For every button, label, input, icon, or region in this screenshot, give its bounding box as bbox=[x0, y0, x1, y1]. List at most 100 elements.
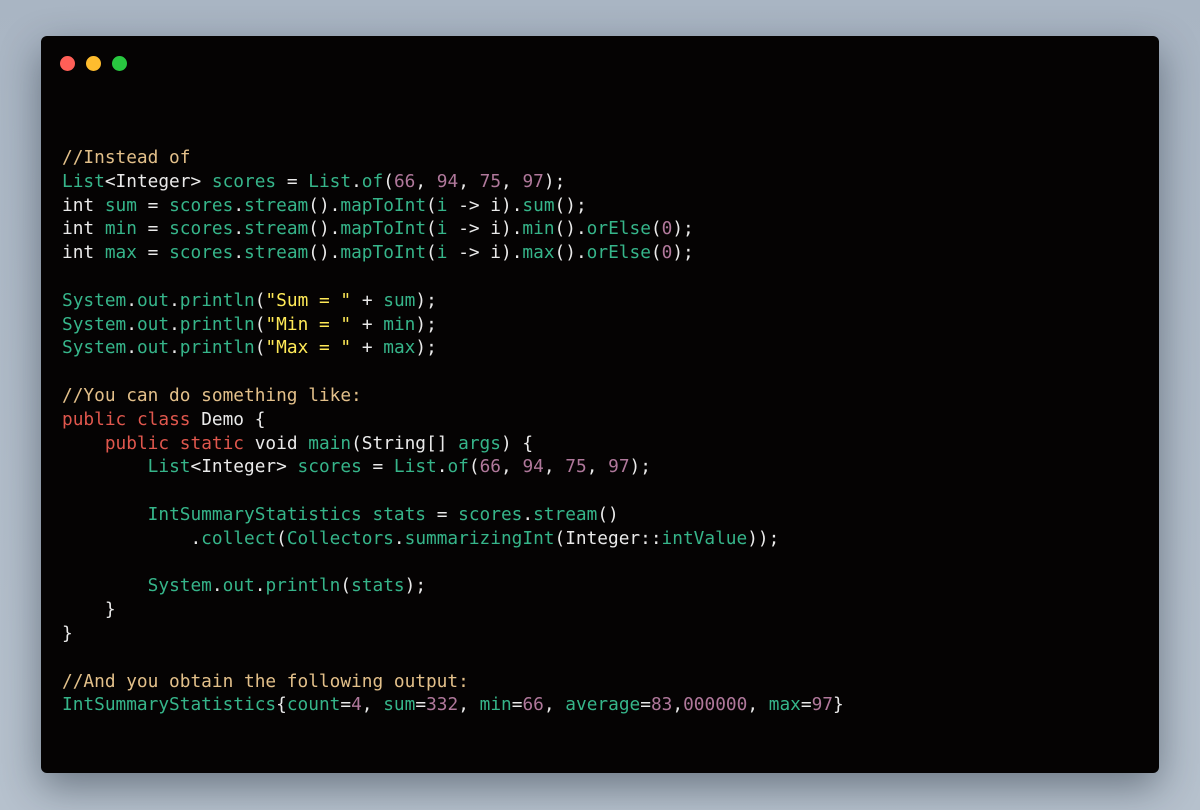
code-token-plain: (). bbox=[308, 242, 341, 264]
code-token-plain: (); bbox=[554, 194, 587, 216]
code-token-plain: . bbox=[62, 527, 202, 549]
code-token-plain: int bbox=[62, 242, 105, 264]
code-token-plain: ); bbox=[672, 242, 694, 264]
code-token-plain: ( bbox=[254, 289, 266, 311]
code-token-plain: , bbox=[501, 456, 523, 478]
code-token-plain: . bbox=[233, 194, 245, 216]
code-line: //Instead of bbox=[62, 146, 844, 170]
code-token-ident: System bbox=[62, 313, 127, 335]
code-token-type: IntSummaryStatistics bbox=[62, 694, 277, 716]
code-token-plain: . bbox=[393, 527, 405, 549]
code-token-plain: ( bbox=[254, 313, 266, 335]
code-token-ident: args bbox=[458, 432, 501, 454]
code-token-plain: . bbox=[169, 289, 180, 311]
code-token-ident: stream bbox=[533, 503, 598, 525]
code-line: int max = scores.stream().mapToInt(i -> … bbox=[62, 241, 844, 265]
code-token-plain: <Integer> bbox=[104, 170, 212, 192]
code-token-plain: , bbox=[458, 170, 480, 192]
code-token-plain: . bbox=[126, 289, 137, 311]
code-token-plain: , bbox=[543, 694, 566, 716]
code-token-plain: -> i). bbox=[447, 194, 523, 216]
code-token-plain: = bbox=[640, 694, 651, 716]
code-token-plain: , bbox=[543, 456, 566, 478]
code-token-number: 66 bbox=[393, 170, 416, 192]
code-token-plain: } bbox=[833, 694, 844, 716]
code-token-ident: max bbox=[104, 242, 137, 264]
code-token-keyword: public bbox=[104, 432, 170, 454]
code-token-number: 94 bbox=[436, 170, 459, 192]
code-token-ident: println bbox=[179, 337, 255, 359]
code-token-ident: min bbox=[104, 218, 137, 240]
code-token-ident: println bbox=[179, 289, 255, 311]
code-token-ident: max bbox=[383, 337, 416, 359]
code-line: public class Demo { bbox=[62, 408, 844, 432]
code-token-plain: = bbox=[415, 694, 427, 716]
maximize-button[interactable] bbox=[112, 56, 127, 71]
code-token-plain: ); bbox=[629, 456, 651, 478]
code-token-ident: min bbox=[522, 218, 555, 240]
code-token-ident: sum bbox=[383, 289, 416, 311]
code-token-string: "Sum = " bbox=[265, 289, 352, 311]
code-token-number: 75 bbox=[565, 456, 587, 478]
code-token-ident: i bbox=[436, 242, 448, 264]
code-token-ident: println bbox=[265, 575, 341, 597]
code-token-plain: . bbox=[233, 218, 245, 240]
close-button[interactable] bbox=[60, 56, 75, 71]
code-token-ident: average bbox=[565, 694, 641, 716]
code-token-ident: mapToInt bbox=[340, 242, 427, 264]
code-line: List<Integer> scores = List.of(66, 94, 7… bbox=[62, 455, 844, 479]
code-token-plain: (). bbox=[554, 242, 587, 264]
code-token-plain: = bbox=[136, 242, 170, 264]
code-token-number: 0 bbox=[661, 242, 673, 264]
code-token-plain: int bbox=[62, 194, 105, 216]
code-token-ident: scores bbox=[297, 456, 362, 478]
code-token-keyword: static bbox=[179, 432, 245, 454]
code-token-ident: orElse bbox=[586, 242, 651, 264]
code-token-plain: . bbox=[254, 575, 266, 597]
code-token-plain: -> i). bbox=[447, 218, 523, 240]
minimize-button[interactable] bbox=[86, 56, 101, 71]
code-token-ident: sum bbox=[522, 194, 555, 216]
code-token-plain: ); bbox=[543, 170, 566, 192]
code-token-keyword: public bbox=[62, 408, 127, 430]
code-token-ident: mapToInt bbox=[340, 218, 427, 240]
code-line: .collect(Collectors.summarizingInt(Integ… bbox=[62, 527, 844, 551]
code-token-number: 97 bbox=[811, 694, 834, 716]
code-token-ident: orElse bbox=[586, 218, 651, 240]
code-token-plain: , bbox=[458, 694, 480, 716]
code-token-ident: i bbox=[436, 218, 448, 240]
code-line: } bbox=[62, 622, 844, 646]
code-token-plain: = bbox=[800, 694, 812, 716]
code-token-plain: , bbox=[361, 694, 384, 716]
code-token-ident: stream bbox=[244, 242, 309, 264]
code-token-plain: (). bbox=[554, 218, 587, 240]
code-token-ident: out bbox=[136, 289, 170, 311]
code-token-type: IntSummaryStatistics bbox=[147, 503, 362, 525]
code-token-plain: . bbox=[522, 503, 534, 525]
code-token-plain: ); bbox=[415, 289, 437, 311]
code-token-plain: ( bbox=[426, 242, 437, 264]
code-token-plain: ( bbox=[426, 218, 437, 240]
code-line: public static void main(String[] args) { bbox=[62, 432, 844, 456]
code-token-plain: Demo { bbox=[190, 408, 266, 430]
code-token-number: 75 bbox=[479, 170, 502, 192]
code-line: //You can do something like: bbox=[62, 384, 844, 408]
code-token-plain: (Integer:: bbox=[554, 527, 662, 549]
code-token-plain: ( bbox=[383, 170, 394, 192]
code-token-ident: stream bbox=[244, 194, 309, 216]
code-token-number: 97 bbox=[522, 170, 544, 192]
code-token-plain: , bbox=[672, 694, 684, 716]
code-token-ident: out bbox=[136, 313, 170, 335]
code-token-plain: , bbox=[415, 170, 437, 192]
code-token-number: 4 bbox=[351, 694, 362, 716]
code-token-plain: , bbox=[501, 170, 523, 192]
code-token-number: 332 bbox=[426, 694, 459, 716]
code-token-plain: . bbox=[169, 337, 180, 359]
code-token-comment: //And you obtain the following output: bbox=[62, 670, 469, 692]
